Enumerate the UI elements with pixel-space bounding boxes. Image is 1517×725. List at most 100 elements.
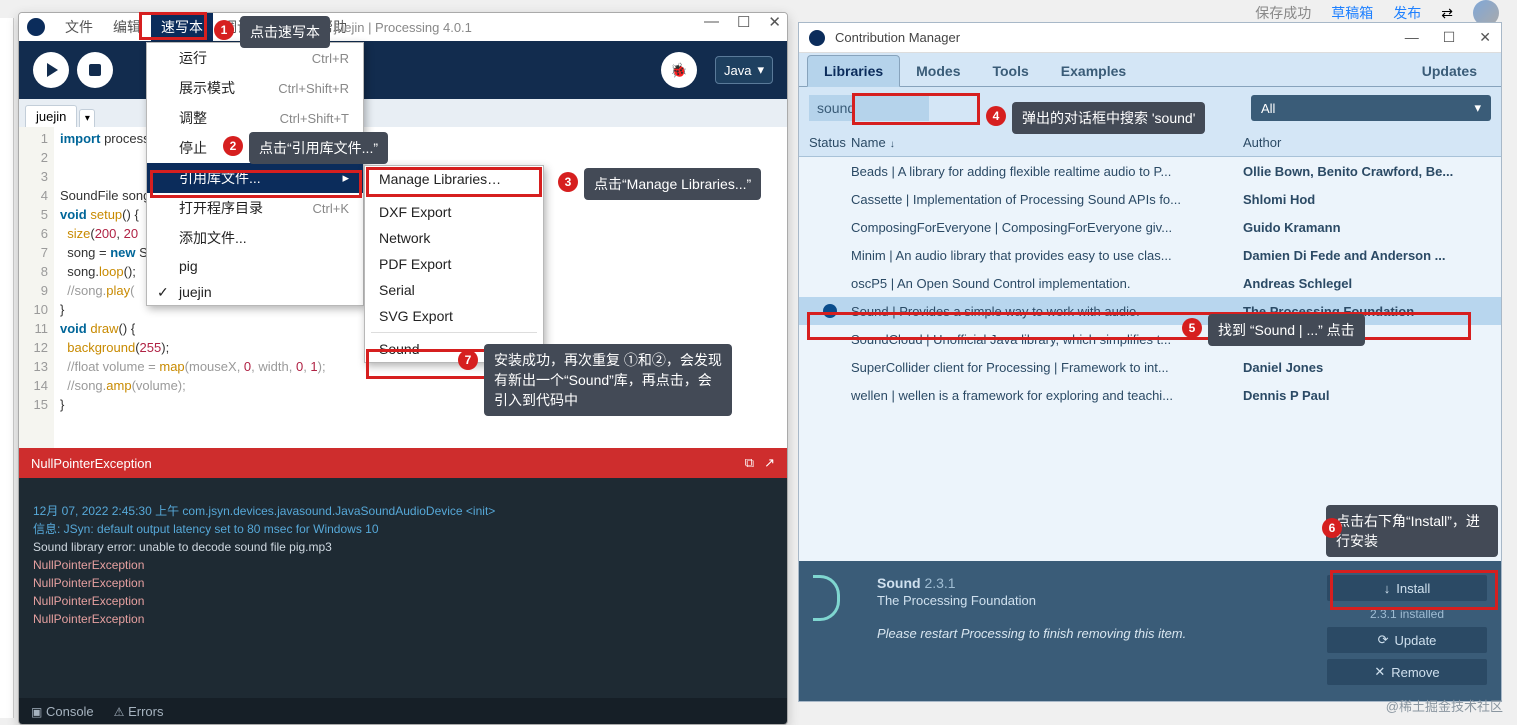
minimize-icon[interactable]: —: [1405, 29, 1419, 46]
library-name: Beads | A library for adding flexible re…: [851, 164, 1243, 179]
processing-menubar[interactable]: 文件 编辑 速写本 调试 工具 帮助 juejin | Processing 4…: [19, 13, 787, 41]
callout-5: 找到 “Sound | ...” 点击: [1208, 314, 1365, 346]
play-icon: [47, 63, 58, 77]
library-row[interactable]: SuperCollider client for Processing | Fr…: [799, 353, 1501, 381]
callout-2: 点击“引用库文件...”: [249, 132, 388, 164]
library-author: Ollie Bown, Benito Crawford, Be...: [1243, 164, 1491, 179]
step-badge-2: 2: [223, 136, 243, 156]
library-author: Dennis P Paul: [1243, 388, 1491, 403]
step-badge-3: 3: [558, 172, 578, 192]
callout-3: 点击“Manage Libraries...”: [584, 168, 761, 200]
mode-dropdown[interactable]: Java▾: [715, 56, 773, 84]
minimize-icon[interactable]: —: [704, 13, 719, 31]
sketch-tabs: juejin ▾: [19, 99, 787, 127]
window-title: juejin | Processing 4.0.1: [334, 20, 472, 35]
menu-item-打开程序目录[interactable]: 打开程序目录Ctrl+K: [147, 193, 363, 223]
library-note: Please restart Processing to finish remo…: [877, 626, 1327, 641]
library-name: SuperCollider client for Processing | Fr…: [851, 360, 1243, 375]
header-status[interactable]: Status: [809, 135, 851, 150]
submenu-item[interactable]: SVG Export: [365, 303, 543, 329]
console-line: Sound library error: unable to decode so…: [33, 538, 773, 556]
installed-icon: [823, 304, 837, 318]
console-line: 12月 07, 2022 2:45:30 上午 com.jsyn.devices…: [33, 502, 773, 520]
warning-icon: ⚠: [114, 705, 125, 719]
step-badge-5: 5: [1182, 318, 1202, 338]
library-info: Sound 2.3.1 The Processing Foundation Pl…: [877, 575, 1327, 687]
processing-toolbar: 🐞 Java▾: [19, 41, 787, 99]
refresh-icon: ⟳: [1378, 632, 1389, 648]
library-row[interactable]: SoundCloud | Unofficial Java library, wh…: [799, 325, 1501, 353]
open-icon[interactable]: ↗: [764, 455, 775, 471]
sketch-tab-menu[interactable]: ▾: [79, 109, 95, 127]
library-row[interactable]: oscP5 | An Open Sound Control implementa…: [799, 269, 1501, 297]
menu-item-juejin[interactable]: ✓juejin: [147, 279, 363, 305]
library-list[interactable]: Beads | A library for adding flexible re…: [799, 157, 1501, 561]
menu-file[interactable]: 文件: [55, 13, 103, 41]
submenu-item[interactable]: Network: [365, 225, 543, 251]
library-name: ComposingForEveryone | ComposingForEvery…: [851, 220, 1243, 235]
library-row[interactable]: Cassette | Implementation of Processing …: [799, 185, 1501, 213]
menu-edit[interactable]: 编辑: [103, 13, 151, 41]
tab-errors[interactable]: Errors: [128, 704, 163, 719]
step-badge-6: 6: [1322, 518, 1342, 538]
update-button[interactable]: ⟳Update: [1327, 627, 1487, 653]
submenu-item[interactable]: Manage Libraries…: [365, 166, 543, 192]
library-row[interactable]: wellen | wellen is a framework for explo…: [799, 381, 1501, 409]
drafts-link[interactable]: 草稿箱: [1331, 3, 1373, 23]
maximize-icon[interactable]: ☐: [1443, 29, 1456, 46]
tab-libraries[interactable]: Libraries: [807, 55, 900, 87]
library-name: Sound | Provides a simple way to work wi…: [851, 304, 1243, 319]
tab-updates[interactable]: Updates: [1406, 56, 1493, 86]
publish-button[interactable]: 发布: [1393, 3, 1421, 23]
save-status: 保存成功: [1255, 3, 1311, 23]
menu-item-展示模式[interactable]: 展示模式Ctrl+Shift+R: [147, 73, 363, 103]
submenu-item[interactable]: Serial: [365, 277, 543, 303]
sketch-dropdown[interactable]: 运行Ctrl+R展示模式Ctrl+Shift+R调整Ctrl+Shift+T停止…: [146, 42, 364, 306]
menu-item-调整[interactable]: 调整Ctrl+Shift+T: [147, 103, 363, 133]
menu-item-pig[interactable]: pig: [147, 253, 363, 279]
library-org: The Processing Foundation: [877, 593, 1327, 608]
remove-button[interactable]: ✕Remove: [1327, 659, 1487, 685]
header-name[interactable]: Name↓: [851, 135, 1243, 150]
menu-sketch[interactable]: 速写本: [151, 13, 213, 41]
error-bar: NullPointerException ⧉↗: [19, 448, 787, 478]
install-button[interactable]: ↓Install: [1327, 575, 1487, 601]
submenu-item[interactable]: PDF Export: [365, 251, 543, 277]
close-icon[interactable]: ✕: [768, 13, 781, 31]
tab-examples[interactable]: Examples: [1045, 56, 1142, 86]
stop-button[interactable]: [77, 52, 113, 88]
gutter: 1 2 3 4 5 6 7 8 9 10 11 12 13 14 15: [19, 127, 54, 448]
sketch-tab[interactable]: juejin: [25, 105, 77, 127]
step-badge-7: 7: [458, 350, 478, 370]
swap-icon[interactable]: ⇄: [1441, 5, 1453, 22]
tab-tools[interactable]: Tools: [976, 56, 1044, 86]
step-badge-1: 1: [214, 20, 234, 40]
processing-logo-icon: [809, 30, 825, 46]
menu-item-引用库文件...[interactable]: 引用库文件...▸: [147, 163, 363, 193]
header-author[interactable]: Author: [1243, 135, 1491, 150]
tab-modes[interactable]: Modes: [900, 56, 976, 86]
maximize-icon[interactable]: ☐: [737, 13, 750, 31]
run-button[interactable]: [33, 52, 69, 88]
close-icon[interactable]: ✕: [1479, 29, 1491, 46]
library-icon: [813, 575, 863, 625]
library-row[interactable]: Beads | A library for adding flexible re…: [799, 157, 1501, 185]
debug-button[interactable]: 🐞: [661, 52, 697, 88]
category-dropdown[interactable]: All▾: [1251, 95, 1491, 121]
menu-item-添加文件...[interactable]: 添加文件...: [147, 223, 363, 253]
import-library-submenu[interactable]: Manage Libraries… DXF ExportNetworkPDF Ex…: [364, 165, 544, 363]
callout-1: 点击速写本: [240, 16, 330, 48]
console-line: NullPointerException: [33, 556, 773, 574]
console-tabs: ▣ Console ⚠ Errors: [19, 698, 787, 724]
library-row[interactable]: ComposingForEveryone | ComposingForEvery…: [799, 213, 1501, 241]
console-output: 12月 07, 2022 2:45:30 上午 com.jsyn.devices…: [19, 478, 787, 698]
tab-console[interactable]: Console: [46, 704, 94, 719]
console-line: NullPointerException: [33, 610, 773, 628]
copy-icon[interactable]: ⧉: [745, 455, 754, 471]
processing-logo-icon: [27, 18, 45, 36]
library-row[interactable]: Sound | Provides a simple way to work wi…: [799, 297, 1501, 325]
library-row[interactable]: Minim | An audio library that provides e…: [799, 241, 1501, 269]
stop-icon: [89, 64, 101, 76]
search-input[interactable]: [809, 95, 929, 121]
submenu-item[interactable]: DXF Export: [365, 199, 543, 225]
